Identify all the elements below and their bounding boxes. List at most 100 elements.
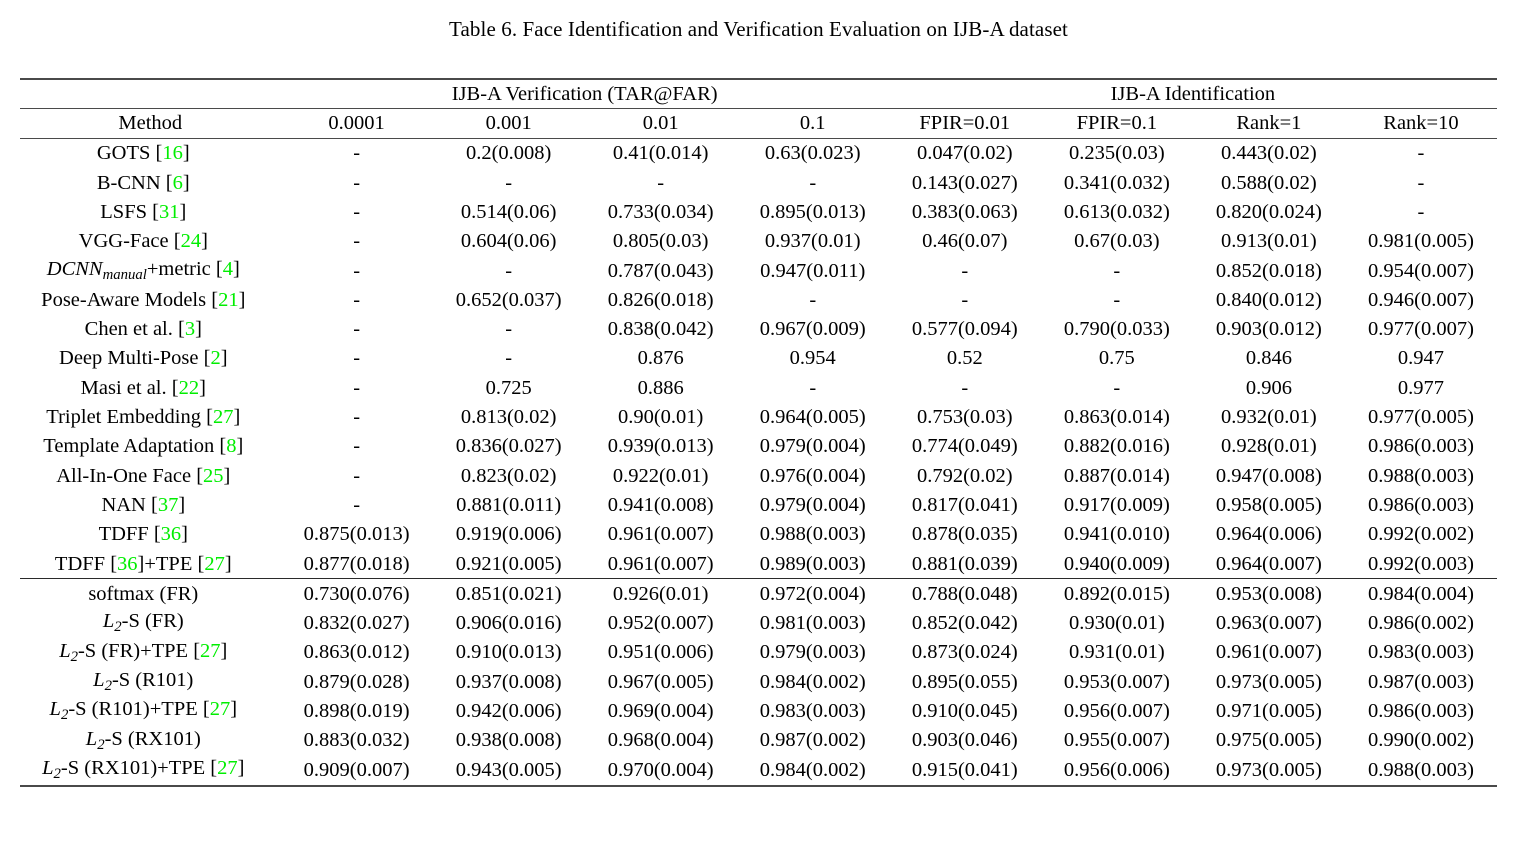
method-text: +metric bbox=[146, 257, 216, 280]
citation-bracket: ] bbox=[182, 142, 190, 165]
method-text: -S (R101) bbox=[111, 669, 194, 692]
metric-cell: 0.961(0.007) bbox=[607, 552, 714, 575]
metric-cell: 0.813(0.02) bbox=[460, 406, 557, 429]
metric-cell: 0.981(0.003) bbox=[759, 612, 866, 635]
metric-cell: 0.977 bbox=[1397, 376, 1445, 399]
metric-cell: 0.967(0.005) bbox=[607, 670, 714, 693]
metric-cell: 0.972(0.004) bbox=[759, 582, 866, 605]
metric-cell: 0.895(0.013) bbox=[759, 200, 866, 223]
citation-bracket: [ bbox=[202, 698, 210, 721]
column-header-far-1: 0.1 bbox=[799, 112, 826, 135]
metric-cell: 0.851(0.021) bbox=[455, 582, 562, 605]
table-row: Chen et al. [3] - - 0.838(0.042) 0.967(0.009… bbox=[20, 315, 1497, 344]
results-table: IJB-A Verification (TAR@FAR) IJB-A Ident… bbox=[20, 78, 1497, 788]
metric-cell: 0.903(0.046) bbox=[911, 729, 1018, 752]
metric-cell: 0.953(0.008) bbox=[1215, 582, 1322, 605]
method-label: TDFF [36]+TPE [27] bbox=[20, 549, 281, 579]
math-subscript: manual bbox=[102, 267, 147, 284]
metric-cell: 0.956(0.007) bbox=[1063, 700, 1170, 723]
citation-bracket: [ bbox=[152, 200, 159, 223]
metric-cell: 0.52 bbox=[946, 347, 983, 370]
metric-cell: 0.987(0.002) bbox=[759, 729, 866, 752]
metric-cell: 0.937(0.008) bbox=[455, 670, 562, 693]
table-row: B-CNN [6] - - - - 0.143(0.027) 0.341(0.032) 0.5… bbox=[20, 168, 1497, 197]
citation-ref: 27 bbox=[204, 552, 225, 575]
metric-cell: 0.588(0.02) bbox=[1221, 171, 1317, 194]
metric-cell: 0.873(0.024) bbox=[911, 641, 1018, 664]
table-row: NAN [37] - 0.881(0.011) 0.941(0.008) 0.979(0… bbox=[20, 491, 1497, 520]
group-header-verification: IJB-A Verification (TAR@FAR) bbox=[451, 82, 718, 105]
method-text: +TPE bbox=[144, 552, 198, 575]
citation-bracket: [ bbox=[206, 406, 213, 429]
table-container: IJB-A Verification (TAR@FAR) IJB-A Ident… bbox=[20, 78, 1497, 788]
table-row: TDFF [36] 0.875(0.013) 0.919(0.006) 0.961(0… bbox=[20, 520, 1497, 549]
table-row: L2-S (R101)+TPE [27] 0.898(0.019) 0.942(0.… bbox=[20, 697, 1497, 726]
citation-bracket: [ bbox=[173, 230, 181, 253]
metric-cell: 0.983(0.003) bbox=[759, 700, 866, 723]
metric-cell: 0.992(0.002) bbox=[1368, 523, 1474, 546]
metric-cell: 0.954(0.007) bbox=[1368, 259, 1474, 282]
metric-cell: 0.977(0.007) bbox=[1368, 318, 1474, 341]
metric-cell: 0.989(0.003) bbox=[759, 552, 866, 575]
metric-cell: 0.90(0.01) bbox=[617, 406, 704, 429]
metric-cell: - bbox=[505, 347, 513, 370]
metric-cell: - bbox=[961, 376, 969, 399]
metric-cell: 0.613(0.032) bbox=[1063, 200, 1170, 223]
math-italic: L bbox=[85, 727, 98, 750]
method-text: GOTS bbox=[96, 142, 156, 165]
metric-cell: 0.876 bbox=[637, 347, 684, 370]
table-row: Template Adaptation [8] - 0.836(0.027) 0.93… bbox=[20, 432, 1497, 461]
column-header-far-001: 0.001 bbox=[485, 112, 532, 135]
metric-cell: 0.820(0.024) bbox=[1215, 200, 1322, 223]
metric-cell: 0.383(0.063) bbox=[911, 200, 1018, 223]
method-label: Triplet Embedding [27] bbox=[20, 403, 281, 432]
column-header-method: Method bbox=[118, 112, 183, 135]
metric-cell: - bbox=[505, 171, 513, 194]
metric-cell: 0.954 bbox=[789, 347, 836, 370]
metric-cell: 0.973(0.005) bbox=[1215, 670, 1322, 693]
metric-cell: 0.971(0.005) bbox=[1215, 700, 1322, 723]
table-row: Deep Multi-Pose [2] - - 0.876 0.954 0.52 0.75 0… bbox=[20, 344, 1497, 373]
metric-cell: - bbox=[961, 259, 969, 282]
math-italic: L bbox=[93, 669, 105, 692]
metric-cell: - bbox=[505, 259, 513, 282]
metric-cell: - bbox=[809, 171, 817, 194]
column-header-fpir-001: FPIR=0.01 bbox=[919, 112, 1011, 135]
page-root: Table 6. Face Identification and Verific… bbox=[0, 0, 1517, 847]
column-header-fpir-01: FPIR=0.1 bbox=[1076, 112, 1158, 135]
citation-ref: 27 bbox=[217, 756, 238, 779]
citation-bracket: ] bbox=[232, 257, 240, 280]
method-label: Pose-Aware Models [21] bbox=[20, 285, 281, 314]
metric-cell: - bbox=[1113, 259, 1121, 282]
method-text: Deep Multi-Pose bbox=[59, 347, 204, 370]
math-subscript: 2 bbox=[114, 619, 122, 636]
metric-cell: 0.915(0.041) bbox=[911, 758, 1018, 781]
citation-bracket: ] bbox=[220, 347, 228, 370]
method-text: TDFF bbox=[54, 552, 111, 575]
table-row: Masi et al. [22] - 0.725 0.886 - - - 0.906 0.977 bbox=[20, 373, 1497, 402]
metric-cell: 0.730(0.076) bbox=[303, 582, 410, 605]
metric-cell: 0.906(0.016) bbox=[455, 612, 562, 635]
metric-cell: 0.41(0.014) bbox=[612, 142, 709, 165]
table-row: LSFS [31] - 0.514(0.06) 0.733(0.034) 0.895(0… bbox=[20, 198, 1497, 227]
metric-cell: 0.988(0.003) bbox=[1368, 758, 1474, 781]
metric-cell: - bbox=[353, 376, 361, 399]
metric-cell: 0.986(0.003) bbox=[1368, 435, 1474, 458]
method-text: Masi et al. bbox=[80, 376, 172, 399]
metric-cell: - bbox=[1417, 200, 1425, 223]
metric-cell: 0.652(0.037) bbox=[455, 288, 562, 311]
method-label: NAN [37] bbox=[20, 491, 281, 520]
citation-ref: 27 bbox=[209, 698, 231, 721]
table-bottom-rule bbox=[20, 784, 1497, 788]
table-row: Pose-Aware Models [21] - 0.652(0.037) 0.826… bbox=[20, 285, 1497, 314]
group-header-spacer bbox=[20, 80, 281, 109]
metric-cell: - bbox=[961, 288, 969, 311]
metric-cell: 0.976(0.004) bbox=[759, 464, 866, 487]
citation-ref: 36 bbox=[117, 552, 138, 575]
metric-cell: - bbox=[353, 435, 361, 458]
metric-cell: - bbox=[809, 288, 817, 311]
math-italic: L bbox=[59, 639, 71, 662]
metric-cell: 0.979(0.004) bbox=[759, 435, 866, 458]
table-row: All-In-One Face [25] - 0.823(0.02) 0.922(0.… bbox=[20, 461, 1497, 490]
metric-cell: 0.733(0.034) bbox=[607, 200, 714, 223]
